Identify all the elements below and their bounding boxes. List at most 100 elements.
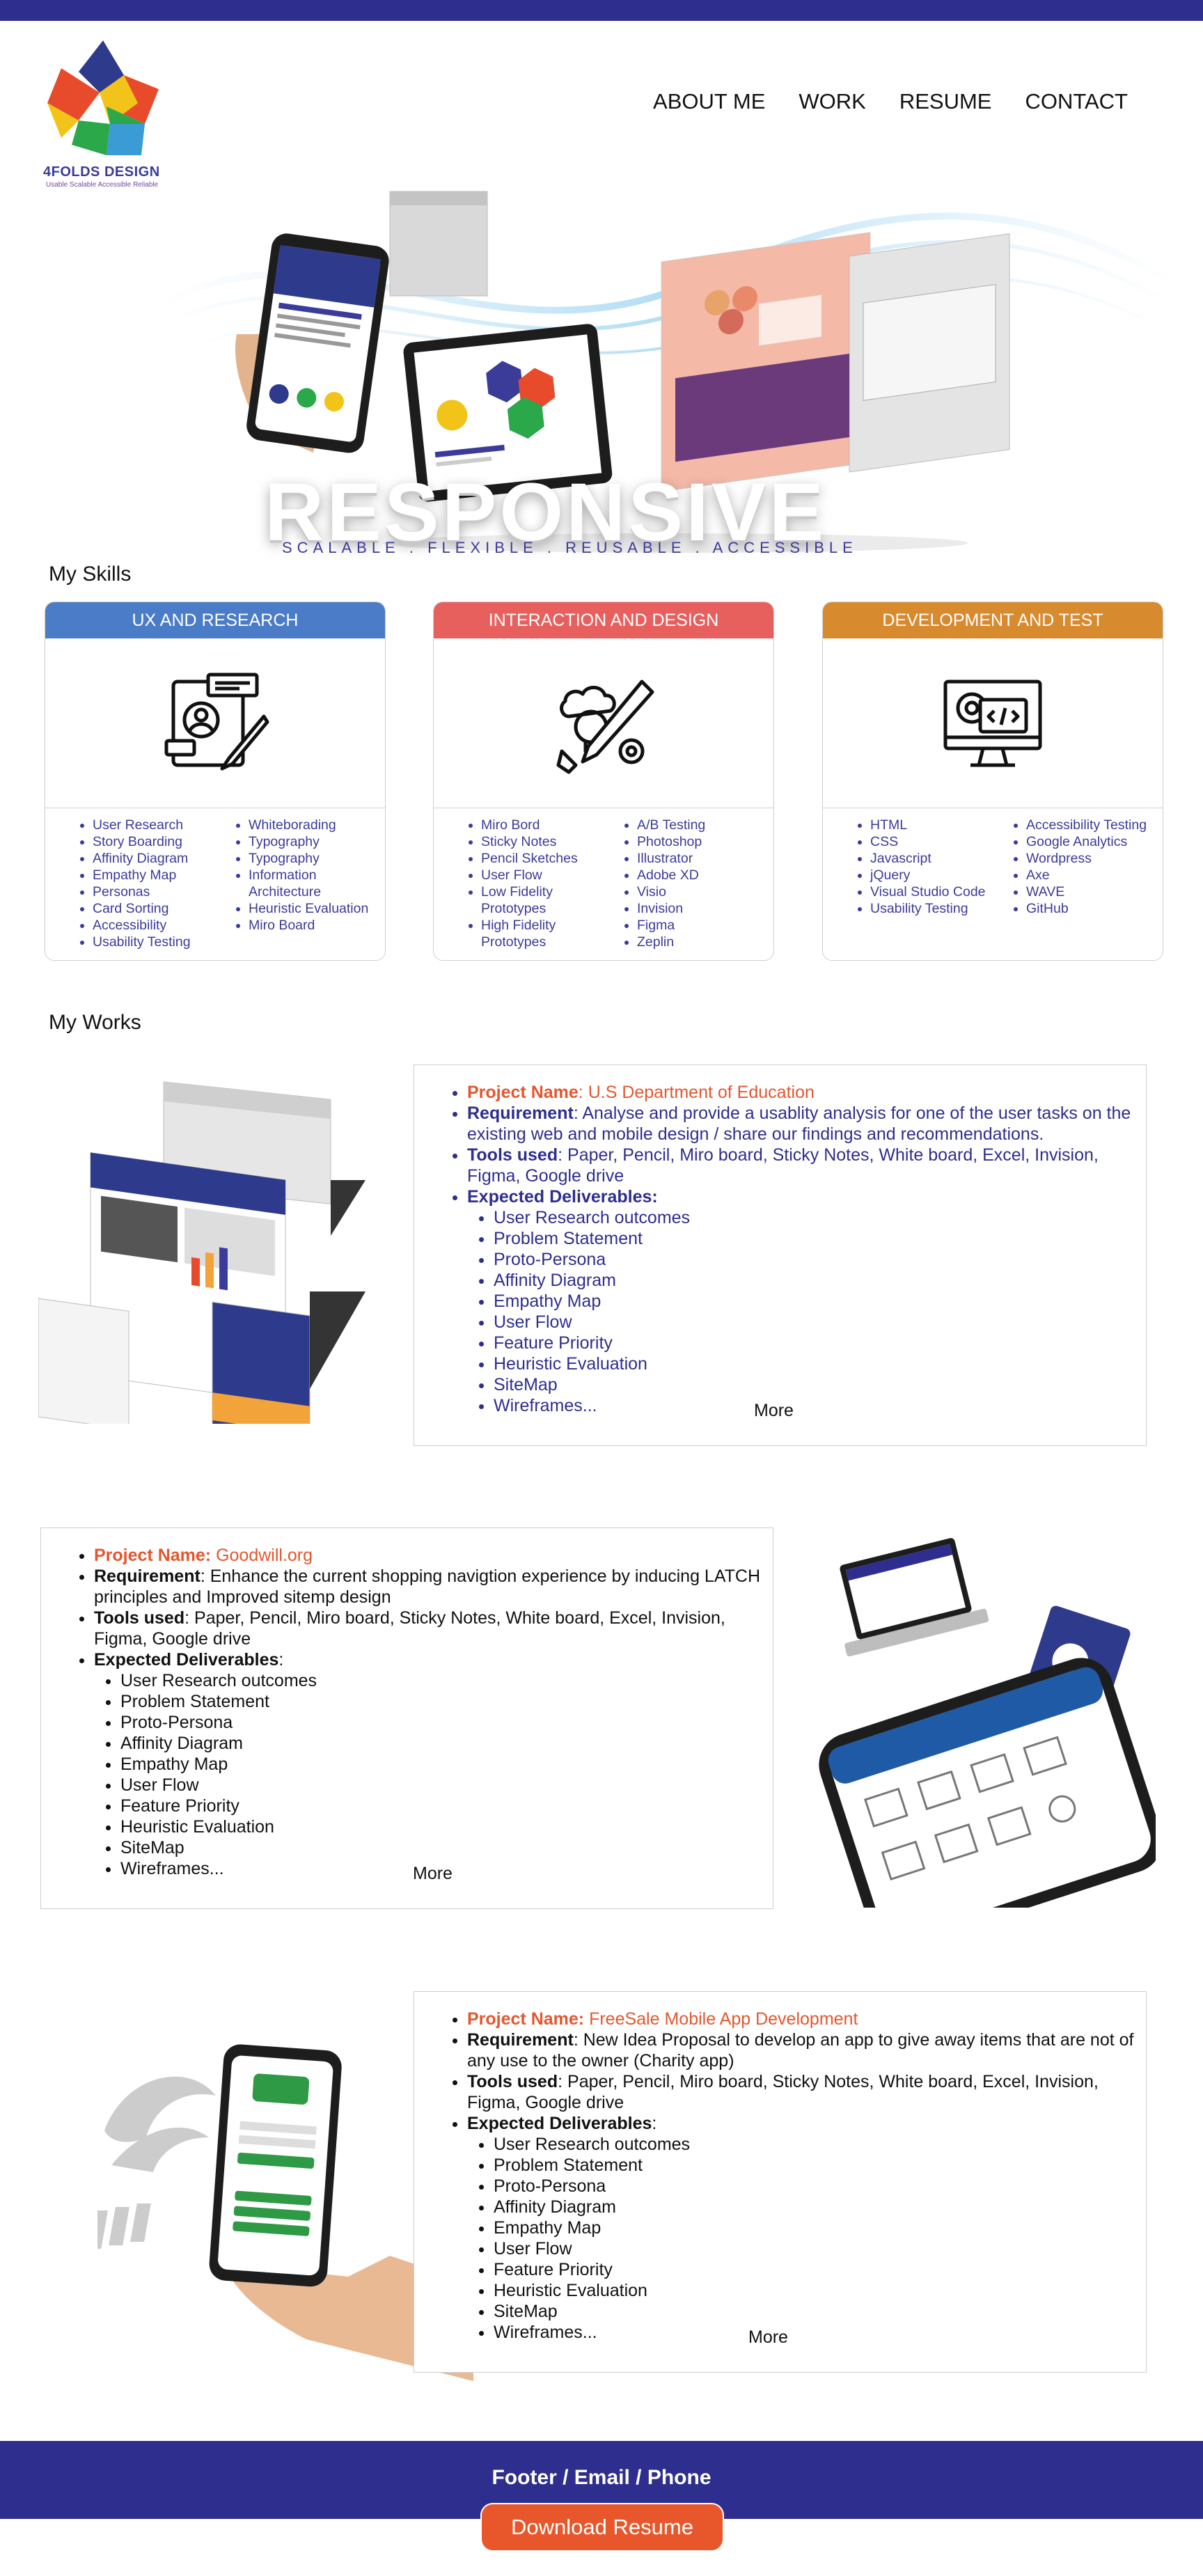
- ux-research-icon: [45, 638, 385, 808]
- project-card-goodwill: Project Name: Goodwill.org Requirement: …: [40, 1527, 773, 1909]
- project-name: U.S Department of Education: [588, 1083, 815, 1102]
- list-item: SiteMap: [494, 1374, 1146, 1395]
- list-item: Problem Statement: [120, 1691, 773, 1712]
- deliverables-label: Expected Deliverables:: [467, 1187, 658, 1207]
- tools-text: Paper, Pencil, Miro board, Sticky Notes,…: [467, 2072, 1099, 2112]
- list-item: Personas: [93, 883, 215, 900]
- list-item: Empathy Map: [120, 1754, 773, 1775]
- list-item: Wireframes...: [494, 2322, 1146, 2343]
- dev-skills-list-right: Accessibility Testing Google Analytics W…: [993, 817, 1149, 917]
- project-name: FreeSale Mobile App Development: [589, 2009, 858, 2029]
- list-item: Empathy Map: [494, 2217, 1146, 2238]
- skills-heading: My Skills: [49, 563, 132, 586]
- skill-card-title: DEVELOPMENT AND TEST: [823, 602, 1163, 638]
- tools-label: Tools used: [467, 1145, 558, 1165]
- list-item: Story Boarding: [93, 833, 215, 850]
- list-item: SiteMap: [120, 1837, 773, 1858]
- list-item: HTML: [870, 817, 993, 833]
- list-item: Heuristic Evaluation: [494, 1353, 1146, 1374]
- list-item: Accessibility Testing: [1026, 817, 1149, 833]
- ux-skills-list-left: User Research Story Boarding Affinity Di…: [59, 817, 215, 950]
- nav-work-link[interactable]: WORK: [799, 89, 865, 114]
- list-item: Figma: [637, 917, 760, 934]
- deliverables-item: Expected Deliverables: User Research out…: [467, 2113, 1146, 2343]
- list-item: User Flow: [494, 2238, 1146, 2259]
- project-name-label: Project Name: [467, 1083, 579, 1102]
- goodwill-mockup-image[interactable]: [794, 1532, 1156, 1908]
- list-item: High Fidelity Prototypes: [481, 917, 604, 950]
- list-item: Proto-Persona: [494, 1249, 1146, 1270]
- project-name-label: Project Name:: [94, 1546, 212, 1565]
- download-resume-button[interactable]: Download Resume: [480, 2503, 724, 2552]
- list-item: SiteMap: [494, 2301, 1146, 2322]
- design-skills-list-left: Miro Bord Sticky Notes Pencil Sketches U…: [448, 817, 604, 950]
- list-item: Javascript: [870, 850, 993, 867]
- list-item: Affinity Diagram: [494, 1270, 1146, 1291]
- project-card-education: Project Name: U.S Department of Educatio…: [414, 1065, 1147, 1446]
- list-item: WAVE: [1026, 883, 1149, 900]
- list-item: Proto-Persona: [494, 2176, 1146, 2197]
- deliverables-label: Expected Deliverables: [467, 2114, 652, 2133]
- nav-about-link[interactable]: ABOUT ME: [653, 89, 765, 114]
- list-item: User Flow: [494, 1312, 1146, 1333]
- list-item: Illustrator: [637, 850, 760, 867]
- project-name-item: Project Name: Goodwill.org: [94, 1545, 773, 1566]
- project-card-freesale: Project Name: FreeSale Mobile App Develo…: [414, 1991, 1147, 2373]
- list-item: Miro Board: [249, 917, 371, 934]
- project-name-item: Project Name: FreeSale Mobile App Develo…: [467, 2009, 1146, 2029]
- requirement-label: Requirement: [467, 2030, 574, 2050]
- list-item: Wireframes...: [494, 1395, 1146, 1416]
- top-bar: [0, 0, 1203, 21]
- education-mockup-image[interactable]: [38, 1062, 393, 1424]
- list-item: User Research outcomes: [120, 1670, 773, 1691]
- requirement-item: Requirement: New Idea Proposal to develo…: [467, 2029, 1146, 2071]
- more-link[interactable]: More: [748, 2327, 788, 2348]
- skill-card-title: UX AND RESEARCH: [45, 602, 385, 638]
- list-item: Usability Testing: [870, 900, 993, 917]
- works-heading: My Works: [49, 1011, 141, 1034]
- list-item: Adobe XD: [637, 867, 760, 883]
- list-item: Heuristic Evaluation: [494, 2280, 1146, 2301]
- more-link[interactable]: More: [754, 1401, 794, 1421]
- requirement-label: Requirement: [94, 1566, 200, 1586]
- list-item: User Research: [93, 817, 215, 833]
- nav-contact-link[interactable]: CONTACT: [1025, 89, 1128, 114]
- nav-resume-link[interactable]: RESUME: [899, 89, 992, 114]
- ux-skills-list-right: Whiteborading Typography Typography Info…: [215, 817, 371, 950]
- skill-card-interaction: INTERACTION AND DESIGN Miro Bord Sticky …: [433, 602, 774, 961]
- list-item: Sticky Notes: [481, 833, 604, 850]
- list-item: Visio: [637, 883, 760, 900]
- footer-text: Footer / Email / Phone: [492, 2466, 711, 2489]
- tools-text: Paper, Pencil, Miro board, Sticky Notes,…: [94, 1608, 725, 1649]
- list-item: Typography: [249, 833, 371, 850]
- list-item: jQuery: [870, 867, 993, 883]
- list-item: CSS: [870, 833, 993, 850]
- list-item: Zeplin: [637, 934, 760, 950]
- list-item: Invision: [637, 900, 760, 917]
- list-item: GitHub: [1026, 900, 1149, 917]
- list-item: Low Fidelity Prototypes: [481, 883, 604, 917]
- skill-card-development: DEVELOPMENT AND TEST HTML CSS Javascript…: [822, 602, 1163, 961]
- list-item: Proto-Persona: [120, 1712, 773, 1733]
- list-item: Information Architecture: [249, 867, 371, 900]
- code-monitor-icon: [823, 638, 1163, 808]
- tools-item: Tools used: Paper, Pencil, Miro board, S…: [94, 1608, 773, 1649]
- design-idea-icon: [434, 638, 773, 808]
- deliverables-label: Expected Deliverables: [94, 1650, 279, 1670]
- logo-tagline: Usable Scalable Accessible Reliable: [46, 181, 159, 189]
- list-item: Accessibility: [93, 917, 215, 934]
- deliverables-item: Expected Deliverables: User Research out…: [467, 1186, 1146, 1416]
- list-item: Empathy Map: [93, 867, 215, 883]
- project-name: Goodwill.org: [216, 1546, 313, 1565]
- tools-item: Tools used: Paper, Pencil, Miro board, S…: [467, 2071, 1146, 2113]
- list-item: Whiteborading: [249, 817, 371, 833]
- list-item: Feature Priority: [494, 1333, 1146, 1353]
- list-item: Pencil Sketches: [481, 850, 604, 867]
- skill-card-title: INTERACTION AND DESIGN: [434, 602, 773, 638]
- more-link[interactable]: More: [413, 1864, 453, 1884]
- logo-text: 4FOLDS DESIGN: [43, 164, 160, 180]
- tools-label: Tools used: [467, 2072, 558, 2091]
- list-item: Google Analytics: [1026, 833, 1149, 850]
- list-item: Card Sorting: [93, 900, 215, 917]
- project-name-item: Project Name: U.S Department of Educatio…: [467, 1082, 1146, 1103]
